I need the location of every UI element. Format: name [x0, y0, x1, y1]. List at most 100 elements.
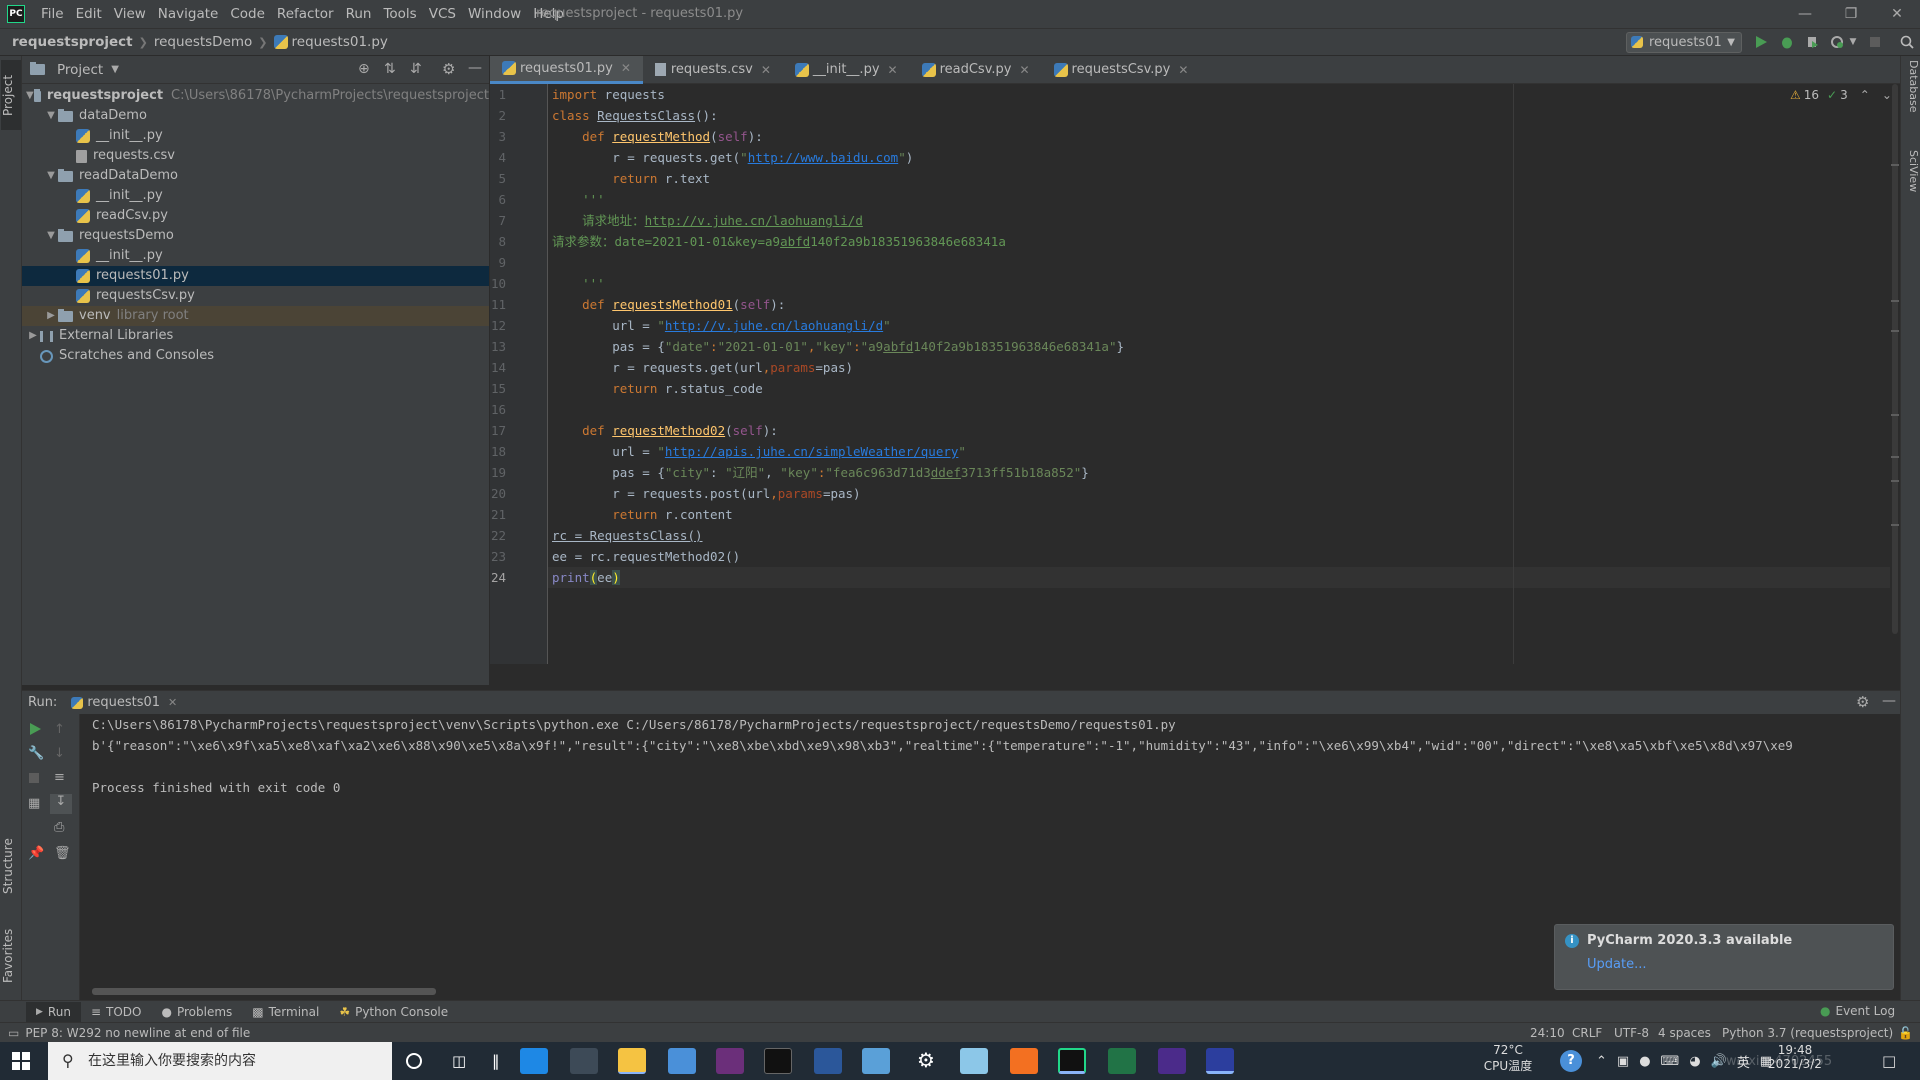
mail-app-icon[interactable]	[520, 1048, 548, 1074]
stop-icon[interactable]	[28, 772, 40, 784]
hide-icon[interactable]: —	[468, 60, 482, 76]
event-log-tab[interactable]: ● Event Log	[1810, 1001, 1905, 1021]
tree-item[interactable]: requestsCsv.py	[22, 286, 489, 306]
coverage-icon[interactable]	[1802, 31, 1824, 53]
tree-item[interactable]: readCsv.py	[22, 206, 489, 226]
interpreter-select[interactable]: Python 3.7 (requestsproject)	[1722, 1026, 1893, 1040]
tree-item[interactable]: ▼ requestsDemo	[22, 226, 489, 246]
print-icon[interactable]: ⎙	[54, 820, 64, 835]
wrench-icon[interactable]: 🔧	[28, 746, 44, 761]
file-encoding[interactable]: UTF-8	[1614, 1026, 1649, 1040]
caret-position[interactable]: 24:10	[1530, 1026, 1565, 1040]
stop-icon[interactable]	[1864, 31, 1886, 53]
project-tool-tab[interactable]: Project	[1, 60, 21, 130]
breadcrumb-folder[interactable]: requestsDemo	[148, 28, 258, 56]
volume-icon[interactable]: 🔊	[1711, 1054, 1727, 1069]
console-scrollbar[interactable]	[92, 988, 436, 995]
tree-item-scratches[interactable]: Scratches and Consoles	[22, 346, 489, 366]
favorites-tool-tab[interactable]: Favorites	[1, 916, 21, 996]
expand-all-icon[interactable]: ⇅	[384, 61, 396, 77]
chevron-down-icon[interactable]: ▼	[111, 64, 119, 75]
pycharm-app-icon[interactable]	[1058, 1048, 1086, 1074]
collapse-all-icon[interactable]: ⇵	[410, 61, 422, 77]
gear-icon[interactable]: ⚙	[442, 60, 455, 78]
close-icon[interactable]: ✕	[621, 61, 631, 75]
menu-window[interactable]: Window	[462, 0, 527, 28]
cmd-app-icon[interactable]	[764, 1048, 792, 1074]
menu-code[interactable]: Code	[224, 0, 271, 28]
editor-tab[interactable]: __init__.py ✕	[783, 56, 910, 84]
arrow-down-icon[interactable]: ↓	[54, 746, 65, 761]
run-configuration-select[interactable]: requests01 ▼	[1626, 32, 1742, 53]
minimize-button[interactable]: —	[1782, 0, 1828, 28]
store-app-icon[interactable]	[570, 1048, 598, 1074]
menu-tools[interactable]: Tools	[377, 0, 422, 28]
debug-icon[interactable]	[1776, 31, 1798, 53]
editor-tab[interactable]: requests01.py ✕	[490, 55, 643, 84]
notification-center-icon[interactable]: □	[1882, 1052, 1896, 1070]
close-icon[interactable]: ✕	[761, 63, 771, 77]
tree-item[interactable]: requests.csv	[22, 146, 489, 166]
close-icon[interactable]: ✕	[1019, 63, 1029, 77]
arrow-up-icon[interactable]: ↑	[54, 722, 65, 737]
tray-app-icon[interactable]: ●	[1639, 1054, 1650, 1069]
line-separator[interactable]: CRLF	[1572, 1026, 1602, 1040]
structure-tool-tab[interactable]: Structure	[1, 826, 21, 906]
database-tool-tab[interactable]: Database	[1902, 60, 1920, 134]
run-tab[interactable]: requests01 ✕	[71, 695, 177, 710]
update-link[interactable]: Update...	[1587, 957, 1646, 972]
tree-item[interactable]: ▼ dataDemo	[22, 106, 489, 126]
pin-icon[interactable]: 📌	[28, 846, 44, 861]
profile-icon[interactable]	[1826, 31, 1848, 53]
breadcrumb-project[interactable]: requestsproject	[0, 28, 139, 56]
windows-start-icon[interactable]	[12, 1052, 30, 1070]
project-view-select[interactable]: Project	[57, 62, 103, 78]
tree-item-external-libraries[interactable]: ▶ External Libraries	[22, 326, 489, 346]
notes-app-icon[interactable]	[960, 1048, 988, 1074]
tool-tab-problems[interactable]: ● Problems	[151, 1002, 242, 1022]
tray-app-icon[interactable]: ▣	[1617, 1054, 1629, 1069]
office-app-icon[interactable]	[1010, 1048, 1038, 1074]
close-icon[interactable]: ✕	[168, 696, 177, 709]
tree-item[interactable]: requests01.py	[22, 266, 489, 286]
run-icon[interactable]	[1750, 31, 1772, 53]
close-icon[interactable]: ✕	[1178, 63, 1188, 77]
soft-wrap-icon[interactable]: ≡	[54, 770, 65, 785]
editor-tab[interactable]: requestsCsv.py ✕	[1042, 56, 1201, 84]
close-window-button[interactable]: ✕	[1874, 0, 1920, 28]
status-toggle-icon[interactable]: ▭	[8, 1026, 19, 1040]
trash-icon[interactable]: 🗑	[54, 846, 71, 861]
menu-navigate[interactable]: Navigate	[152, 0, 225, 28]
hide-icon[interactable]: —	[1882, 693, 1896, 709]
menu-run[interactable]: Run	[340, 0, 378, 28]
indent-setting[interactable]: 4 spaces	[1658, 1026, 1711, 1040]
app-icon[interactable]	[1158, 1048, 1186, 1074]
tool-tab-run[interactable]: ▶ Run	[26, 1001, 81, 1022]
file-explorer-icon[interactable]	[618, 1048, 646, 1074]
chevron-down-icon[interactable]: ▼	[1846, 31, 1860, 53]
keyboard-icon[interactable]: ⌨	[1661, 1054, 1680, 1069]
taskbar-search-input[interactable]: ⚲ 在这里输入你要搜索的内容	[48, 1042, 392, 1080]
tool-tab-python-console[interactable]: ☘ Python Console	[329, 1002, 458, 1022]
menu-refactor[interactable]: Refactor	[271, 0, 340, 28]
error-stripe[interactable]	[1890, 84, 1900, 664]
restore-button[interactable]: ❐	[1828, 0, 1874, 28]
lock-icon[interactable]: 🔓	[1898, 1026, 1913, 1040]
close-icon[interactable]: ✕	[888, 63, 898, 77]
cpu-widget[interactable]: 72°C CPU温度	[1478, 1043, 1538, 1074]
scroll-to-end-icon[interactable]: ↧	[50, 794, 72, 814]
chevron-up-icon[interactable]: ⌃	[1596, 1054, 1607, 1069]
rerun-icon[interactable]	[28, 722, 42, 736]
excel-app-icon[interactable]	[1108, 1048, 1136, 1074]
sciview-tool-tab[interactable]: SciView	[1902, 150, 1920, 214]
app-icon[interactable]	[1206, 1048, 1234, 1074]
menu-edit[interactable]: Edit	[70, 0, 108, 28]
tree-item[interactable]: __init__.py	[22, 246, 489, 266]
tree-item[interactable]: __init__.py	[22, 186, 489, 206]
breadcrumb-file[interactable]: requests01.py	[268, 28, 394, 56]
network-app-icon[interactable]	[862, 1048, 890, 1074]
code-editor[interactable]: import requests class RequestsClass(): d…	[548, 84, 1890, 664]
remote-desktop-icon[interactable]	[668, 1048, 696, 1074]
task-view-icon[interactable]: ◫	[452, 1052, 466, 1070]
word-app-icon[interactable]	[814, 1048, 842, 1074]
